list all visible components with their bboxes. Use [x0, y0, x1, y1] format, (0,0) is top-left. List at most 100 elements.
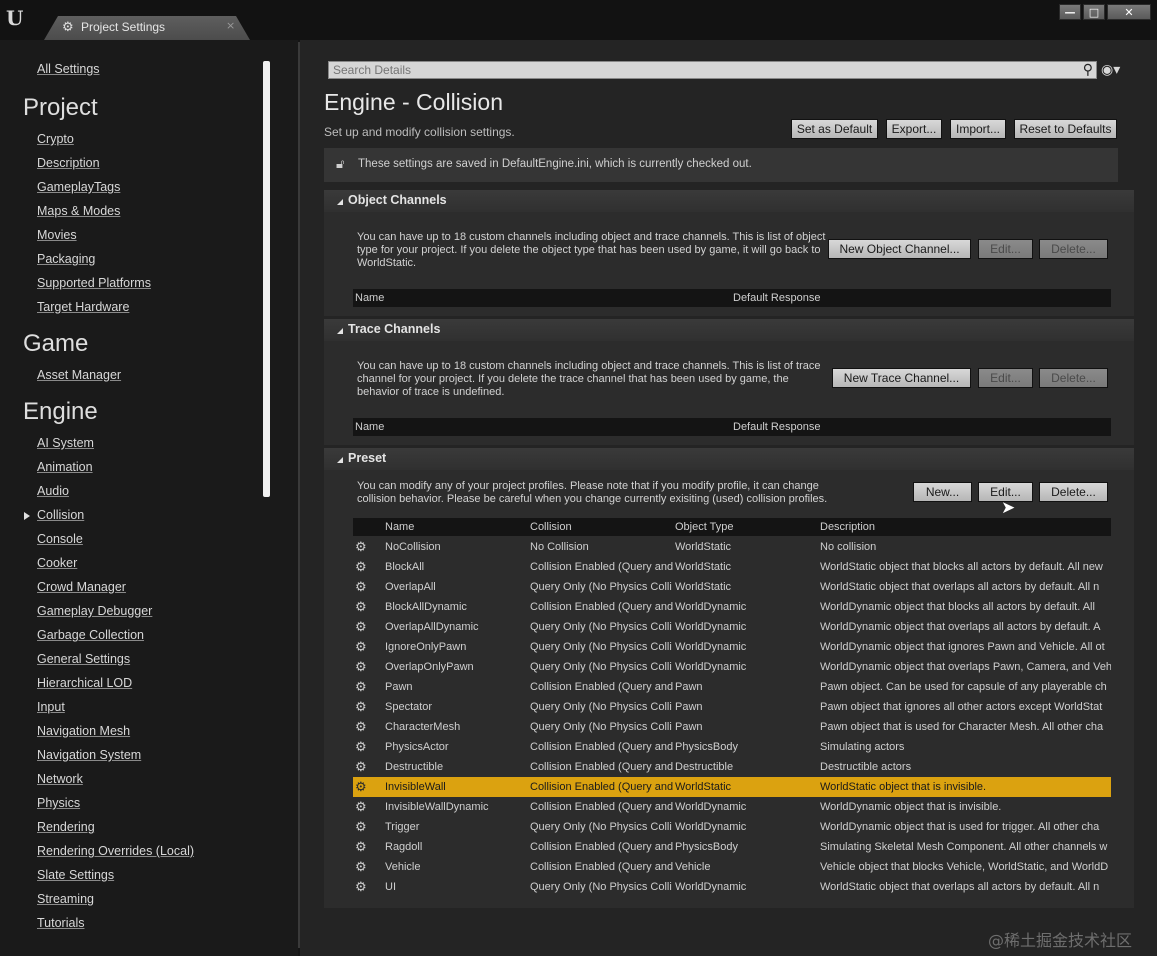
column-default-response[interactable]: Default Response: [733, 421, 820, 433]
column-description[interactable]: Description: [820, 521, 875, 533]
minimize-button[interactable]: —: [1059, 4, 1081, 20]
close-button[interactable]: ✕: [1107, 4, 1151, 20]
reset-to-defaults-button[interactable]: Reset to Defaults: [1014, 119, 1117, 139]
set-as-default-button[interactable]: Set as Default: [791, 119, 878, 139]
sidebar-item[interactable]: Network: [37, 772, 83, 786]
new-object-channel-button[interactable]: New Object Channel...: [828, 239, 971, 259]
sidebar-item[interactable]: Description: [37, 156, 100, 170]
sidebar-item[interactable]: Navigation System: [37, 748, 141, 762]
preset-table-header: Name Collision Object Type Description: [353, 518, 1111, 536]
table-row[interactable]: ⚙ Trigger Query Only (No Physics Colli W…: [353, 817, 1111, 837]
table-row[interactable]: ⚙ InvisibleWallDynamic Collision Enabled…: [353, 797, 1111, 817]
gear-icon: ⚙: [355, 759, 367, 774]
delete-object-channel-button[interactable]: Delete...: [1039, 239, 1108, 259]
sidebar-item[interactable]: Packaging: [37, 252, 95, 266]
sidebar-item[interactable]: Rendering: [37, 820, 95, 834]
row-description: Destructible actors: [820, 761, 912, 773]
column-default-response[interactable]: Default Response: [733, 292, 820, 304]
maximize-button[interactable]: □: [1083, 4, 1105, 20]
table-row[interactable]: ⚙ CharacterMesh Query Only (No Physics C…: [353, 717, 1111, 737]
delete-profile-button[interactable]: Delete...: [1039, 482, 1108, 502]
sidebar-item[interactable]: Movies: [37, 228, 77, 242]
window-controls: — □ ✕: [1059, 4, 1151, 20]
row-name: IgnoreOnlyPawn: [385, 641, 467, 653]
column-object-type[interactable]: Object Type: [675, 521, 734, 533]
table-row[interactable]: ⚙ Destructible Collision Enabled (Query …: [353, 757, 1111, 777]
table-row[interactable]: ⚙ BlockAll Collision Enabled (Query and …: [353, 557, 1111, 577]
sidebar-item[interactable]: Input: [37, 700, 65, 714]
search-input[interactable]: [333, 63, 1033, 77]
sidebar-item[interactable]: General Settings: [37, 652, 130, 666]
sidebar-item[interactable]: Console: [37, 532, 83, 546]
sidebar-item[interactable]: Gameplay Debugger: [37, 604, 152, 618]
sidebar-item[interactable]: Collision: [37, 508, 84, 522]
row-object-type: Pawn: [675, 721, 703, 733]
section-header-trace-channels[interactable]: Trace Channels: [324, 319, 1134, 341]
table-row[interactable]: ⚙ OverlapAllDynamic Query Only (No Physi…: [353, 617, 1111, 637]
sidebar-item-all-settings[interactable]: All Settings: [37, 62, 100, 76]
sidebar-item[interactable]: Target Hardware: [37, 300, 129, 314]
import-button[interactable]: Import...: [950, 119, 1006, 139]
sidebar-item[interactable]: Maps & Modes: [37, 204, 120, 218]
column-name[interactable]: Name: [385, 521, 414, 533]
sidebar-item[interactable]: Rendering Overrides (Local): [37, 844, 194, 858]
sidebar-item[interactable]: Hierarchical LOD: [37, 676, 132, 690]
search-icon[interactable]: ⚲: [1083, 62, 1093, 78]
table-row[interactable]: ⚙ PhysicsActor Collision Enabled (Query …: [353, 737, 1111, 757]
sidebar-item[interactable]: Asset Manager: [37, 368, 121, 382]
tab-close-icon[interactable]: ×: [226, 19, 235, 32]
table-row[interactable]: ⚙ Spectator Query Only (No Physics Colli…: [353, 697, 1111, 717]
row-collision: Collision Enabled (Query and: [530, 601, 674, 613]
eye-icon[interactable]: ◉▾: [1101, 62, 1120, 78]
row-object-type: PhysicsBody: [675, 741, 738, 753]
sidebar-item[interactable]: Streaming: [37, 892, 94, 906]
table-row[interactable]: ⚙ InvisibleWall Collision Enabled (Query…: [353, 777, 1111, 797]
table-row[interactable]: ⚙ OverlapOnlyPawn Query Only (No Physics…: [353, 657, 1111, 677]
sidebar-item[interactable]: Garbage Collection: [37, 628, 144, 642]
title-bar: U ⚙ Project Settings × — □ ✕: [0, 0, 1157, 40]
new-profile-button[interactable]: New...: [913, 482, 972, 502]
tab-project-settings[interactable]: ⚙ Project Settings ×: [44, 16, 250, 40]
notice-text: These settings are saved in DefaultEngin…: [358, 158, 752, 170]
sidebar-item[interactable]: Physics: [37, 796, 80, 810]
sidebar-item[interactable]: Animation: [37, 460, 93, 474]
sidebar-item[interactable]: Tutorials: [37, 916, 84, 930]
edit-trace-channel-button[interactable]: Edit...: [978, 368, 1033, 388]
sidebar-item[interactable]: GameplayTags: [37, 180, 120, 194]
row-collision: Query Only (No Physics Colli: [530, 881, 672, 893]
column-name[interactable]: Name: [355, 292, 384, 304]
edit-object-channel-button[interactable]: Edit...: [978, 239, 1033, 259]
table-row[interactable]: ⚙ Ragdoll Collision Enabled (Query and P…: [353, 837, 1111, 857]
search-box[interactable]: ⚲: [328, 61, 1097, 79]
row-collision: Query Only (No Physics Colli: [530, 701, 672, 713]
row-collision: No Collision: [530, 541, 589, 553]
column-collision[interactable]: Collision: [530, 521, 572, 533]
section-header-preset[interactable]: Preset: [324, 448, 1134, 470]
new-trace-channel-button[interactable]: New Trace Channel...: [832, 368, 971, 388]
sidebar-item[interactable]: Supported Platforms: [37, 276, 151, 290]
sidebar-item[interactable]: Audio: [37, 484, 69, 498]
sidebar-item[interactable]: Crowd Manager: [37, 580, 126, 594]
table-row[interactable]: ⚙ BlockAllDynamic Collision Enabled (Que…: [353, 597, 1111, 617]
table-row[interactable]: ⚙ OverlapAll Query Only (No Physics Coll…: [353, 577, 1111, 597]
table-row[interactable]: ⚙ NoCollision No Collision WorldStatic N…: [353, 537, 1111, 557]
table-row[interactable]: ⚙ IgnoreOnlyPawn Query Only (No Physics …: [353, 637, 1111, 657]
export-button[interactable]: Export...: [886, 119, 942, 139]
sidebar-item[interactable]: Slate Settings: [37, 868, 114, 882]
delete-trace-channel-button[interactable]: Delete...: [1039, 368, 1108, 388]
sidebar-item[interactable]: AI System: [37, 436, 94, 450]
row-description: WorldDynamic object that overlaps Pawn, …: [820, 661, 1111, 673]
table-row[interactable]: ⚙ Vehicle Collision Enabled (Query and V…: [353, 857, 1111, 877]
page-subtitle: Set up and modify collision settings.: [324, 125, 515, 139]
section-header-object-channels[interactable]: Object Channels: [324, 190, 1134, 212]
row-description: Pawn object that ignores all other actor…: [820, 701, 1103, 713]
table-row[interactable]: ⚙ UI Query Only (No Physics Colli WorldD…: [353, 877, 1111, 897]
sidebar-scrollbar[interactable]: [263, 61, 270, 497]
column-name[interactable]: Name: [355, 421, 384, 433]
table-row[interactable]: ⚙ Pawn Collision Enabled (Query and Pawn…: [353, 677, 1111, 697]
sidebar-item[interactable]: Navigation Mesh: [37, 724, 130, 738]
tab-label: Project Settings: [81, 20, 166, 34]
sidebar-item[interactable]: Crypto: [37, 132, 74, 146]
sidebar-item[interactable]: Cooker: [37, 556, 77, 570]
row-name: InvisibleWall: [385, 781, 446, 793]
